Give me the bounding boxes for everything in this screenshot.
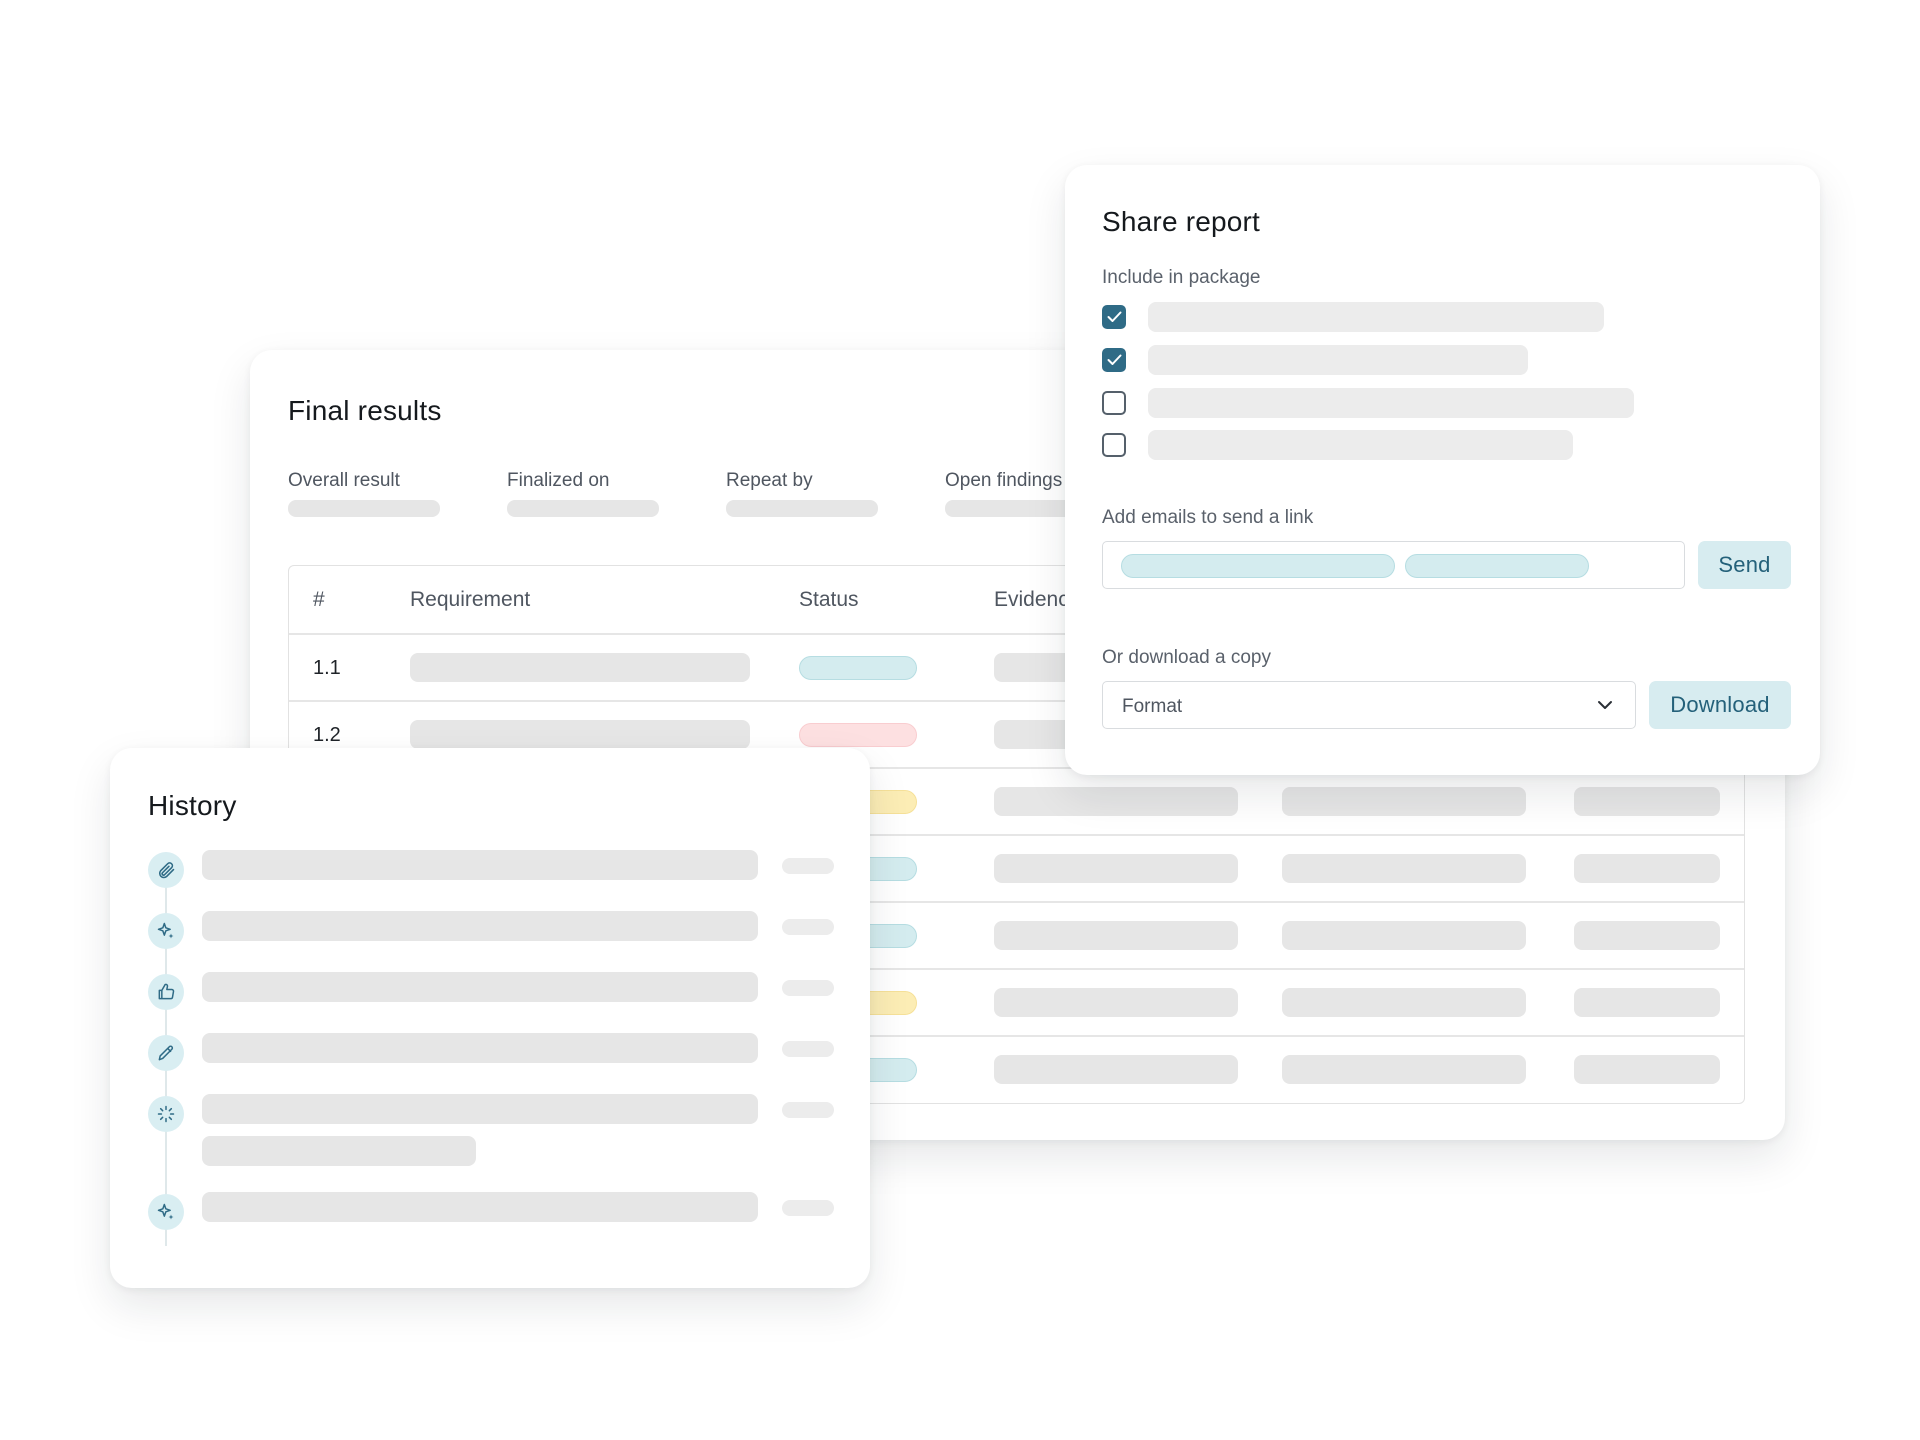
history-item-5-icon: [148, 1096, 184, 1132]
history-item-3-text-placeholder: [202, 972, 758, 1002]
overall-result-label: Overall result: [288, 470, 400, 491]
pencil-icon: [158, 1045, 174, 1061]
emails-input[interactable]: [1102, 541, 1685, 589]
col-header-status: Status: [799, 588, 859, 611]
history-item-5-text-line2-placeholder: [202, 1136, 476, 1166]
finalized-on-label: Finalized on: [507, 470, 610, 491]
history-item-1-icon: [148, 852, 184, 888]
row-2-status-badge: [799, 723, 917, 747]
row-2-id: 1.2: [313, 724, 341, 746]
sparkle-icon: [157, 922, 174, 939]
row-6-col6-placeholder: [1574, 988, 1720, 1017]
history-item-3-icon: [148, 974, 184, 1010]
row-7-col6-placeholder: [1574, 1055, 1720, 1084]
repeat-by-value-placeholder: [726, 500, 878, 517]
row-7-col5-placeholder: [1282, 1055, 1526, 1084]
package-item-2-checkbox[interactable]: [1102, 348, 1126, 372]
history-item-2-icon: [148, 913, 184, 949]
row-3-col6-placeholder: [1574, 787, 1720, 816]
row-6-evidence-placeholder: [994, 988, 1238, 1017]
row-7-evidence-placeholder: [994, 1055, 1238, 1084]
row-5-evidence-placeholder: [994, 921, 1238, 950]
add-emails-label: Add emails to send a link: [1102, 507, 1314, 528]
check-icon: [1107, 354, 1122, 365]
history-item-3-time-placeholder: [782, 980, 834, 996]
row-3-evidence-placeholder: [994, 787, 1238, 816]
overall-result-value-placeholder: [288, 500, 440, 517]
format-select[interactable]: Format: [1102, 681, 1636, 729]
download-button[interactable]: Download: [1649, 681, 1791, 729]
paperclip-icon: [158, 862, 175, 879]
email-chip[interactable]: [1405, 554, 1589, 578]
package-item-2-label-placeholder: [1148, 345, 1528, 375]
package-item-3-checkbox[interactable]: [1102, 391, 1126, 415]
history-item-4-text-placeholder: [202, 1033, 758, 1063]
row-2-requirement-placeholder: [410, 720, 750, 749]
email-chip[interactable]: [1121, 554, 1395, 578]
finalized-on-value-placeholder: [507, 500, 659, 517]
share-report-title: Share report: [1102, 206, 1261, 237]
row-3-col5-placeholder: [1282, 787, 1526, 816]
send-button[interactable]: Send: [1698, 541, 1791, 589]
history-item-2-time-placeholder: [782, 919, 834, 935]
package-item-3-label-placeholder: [1148, 388, 1634, 418]
history-item-6-icon: [148, 1194, 184, 1230]
package-item-4-checkbox[interactable]: [1102, 433, 1126, 457]
share-report-card: Share report Include in package Add emai…: [1065, 165, 1820, 775]
history-item-1-text-placeholder: [202, 850, 758, 880]
history-item-4-time-placeholder: [782, 1041, 834, 1057]
row-5-col5-placeholder: [1282, 921, 1526, 950]
history-item-6-time-placeholder: [782, 1200, 834, 1216]
row-5-col6-placeholder: [1574, 921, 1720, 950]
row-4-col5-placeholder: [1282, 854, 1526, 883]
history-item-2-text-placeholder: [202, 911, 758, 941]
row-1-requirement-placeholder: [410, 653, 750, 682]
final-results-title: Final results: [288, 395, 442, 426]
open-findings-label: Open findings: [945, 470, 1063, 491]
history-card: History: [110, 748, 870, 1288]
history-item-1-time-placeholder: [782, 858, 834, 874]
history-item-6-text-placeholder: [202, 1192, 758, 1222]
thumbs-up-icon: [158, 983, 175, 1000]
chevron-down-icon: [1598, 701, 1612, 709]
repeat-by-label: Repeat by: [726, 470, 813, 491]
loader-icon: [157, 1105, 175, 1123]
col-header-number: #: [313, 588, 325, 611]
download-copy-label: Or download a copy: [1102, 647, 1271, 668]
row-6-col5-placeholder: [1282, 988, 1526, 1017]
row-1-id: 1.1: [313, 657, 341, 679]
history-item-5-text-placeholder: [202, 1094, 758, 1124]
include-in-package-label: Include in package: [1102, 267, 1261, 288]
check-icon: [1107, 311, 1122, 322]
package-item-1-label-placeholder: [1148, 302, 1604, 332]
row-1-status-badge: [799, 656, 917, 680]
row-4-col6-placeholder: [1574, 854, 1720, 883]
format-select-value: Format: [1122, 696, 1183, 717]
package-item-4-label-placeholder: [1148, 430, 1573, 460]
row-4-evidence-placeholder: [994, 854, 1238, 883]
history-item-5-time-placeholder: [782, 1102, 834, 1118]
sparkle-icon: [157, 1203, 174, 1220]
col-header-requirement: Requirement: [410, 588, 531, 611]
package-item-1-checkbox[interactable]: [1102, 305, 1126, 329]
history-item-4-icon: [148, 1035, 184, 1071]
history-title: History: [148, 790, 237, 821]
